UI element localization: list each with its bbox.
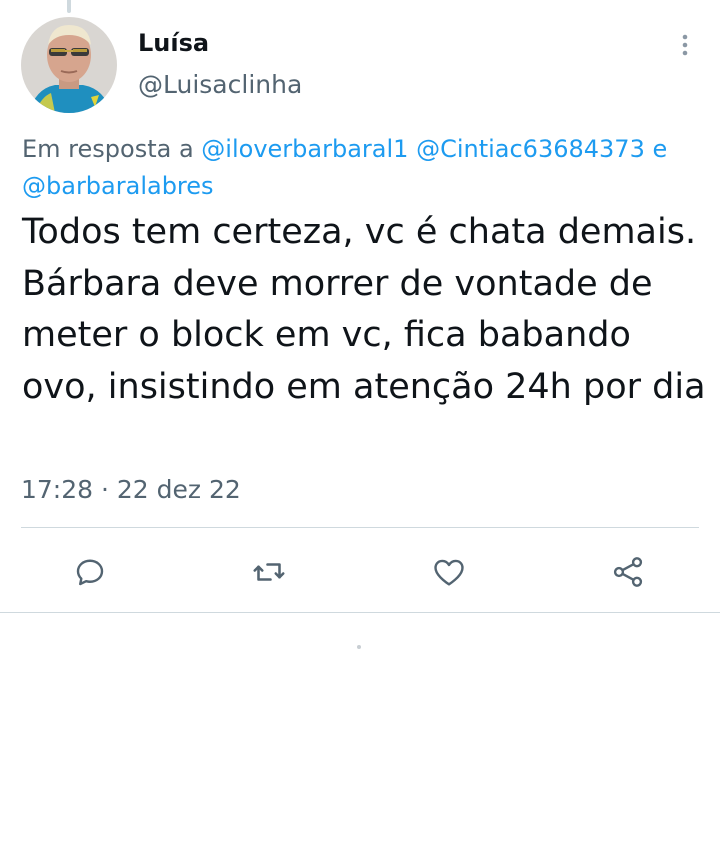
retweet-icon: [253, 563, 285, 581]
like-button[interactable]: [427, 550, 471, 594]
divider: [21, 527, 699, 528]
thread-connector-line: [67, 0, 71, 13]
reply-button[interactable]: [68, 550, 112, 594]
reply-icon: [76, 559, 104, 586]
avatar[interactable]: [21, 17, 117, 113]
tweet-text: Todos tem certeza, vc é chata demais. Bá…: [22, 212, 706, 407]
heart-icon: [434, 559, 464, 586]
tweet-detail-page: Luísa @Luisaclinha Em resposta a @ilover…: [0, 0, 720, 866]
reply-context-conjunction: e: [652, 135, 668, 163]
share-button[interactable]: [606, 550, 650, 594]
retweet-button[interactable]: [247, 550, 291, 594]
loading-indicator: [357, 645, 361, 649]
share-icon: [613, 557, 643, 587]
author-name[interactable]: Luísa: [138, 29, 209, 57]
mention-link[interactable]: @barbaralabres: [22, 172, 214, 200]
mention-link[interactable]: @Cintiac63684373: [416, 135, 645, 163]
avatar-image: [21, 17, 117, 113]
tweet-timestamp[interactable]: 17:28 · 22 dez 22: [21, 475, 241, 504]
more-vertical-icon: [682, 34, 688, 56]
mention-link[interactable]: @iloverbarbaral1: [201, 135, 408, 163]
reply-context: Em resposta a @iloverbarbaral1 @Cintiac6…: [22, 131, 702, 205]
reply-context-prefix: Em resposta a: [22, 135, 194, 163]
author-handle[interactable]: @Luisaclinha: [138, 70, 302, 99]
divider: [0, 612, 720, 613]
more-options-button[interactable]: [668, 30, 702, 60]
